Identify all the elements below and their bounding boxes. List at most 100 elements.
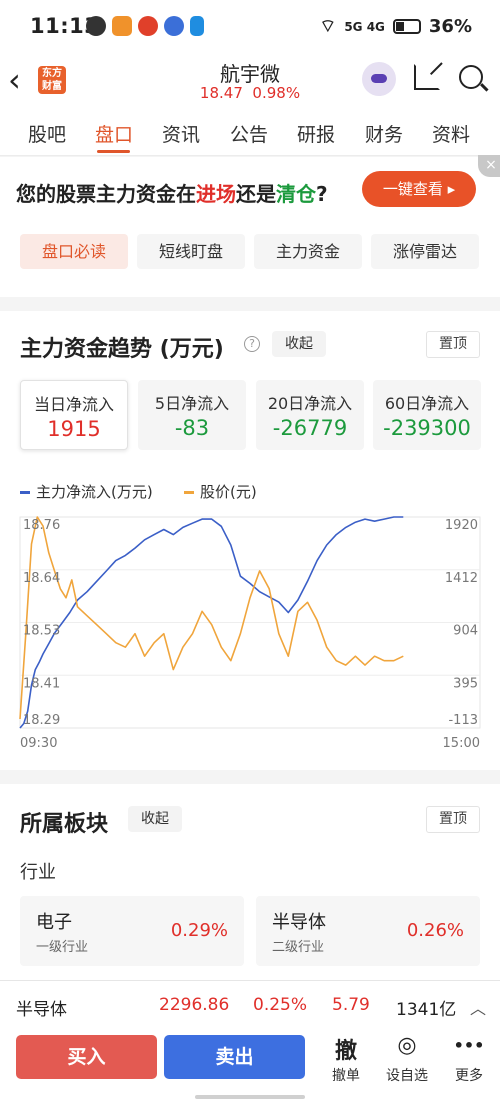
bottom-bar: 半导体 2296.86 0.25% 5.79 1341亿 ︿ 买入 卖出 撤 撤…	[0, 980, 500, 1103]
promo-text-in: 进场	[196, 182, 236, 206]
signal-label: 5G 4G	[344, 19, 385, 34]
cancel-order-icon: 撤	[334, 1039, 357, 1064]
more-button[interactable]: ••• 更多	[444, 1033, 494, 1085]
promo-banner: 您的股票主力资金在进场还是清仓? 一键查看 ▸ × 盘口必读 短线盯盘 主力资金…	[0, 155, 500, 297]
legend-swatch-orange	[184, 491, 194, 494]
stock-price: 18.47	[199, 84, 243, 102]
promo-text: 您的股票主力资金在进场还是清仓?	[16, 178, 328, 207]
notification-icons	[86, 16, 204, 36]
search-icon[interactable]	[459, 65, 483, 89]
flow-label: 20日净流入	[267, 394, 353, 413]
tab-research[interactable]: 研报	[297, 120, 335, 147]
flow-box-today[interactable]: 当日净流入 1915	[20, 380, 128, 450]
left-tick-label: 18.64	[23, 571, 60, 586]
x-start-label: 09:30	[20, 736, 57, 751]
status-bar: 11:13 ⌔ 5G 4G 36%	[0, 0, 500, 56]
sector-pct: 0.29%	[170, 920, 228, 941]
right-tick-label: 904	[453, 624, 478, 639]
chip-short-term-watch[interactable]: 短线盯盘	[137, 234, 245, 269]
chip-pankou-guide[interactable]: 盘口必读	[20, 234, 128, 269]
legend-swatch-blue	[20, 491, 30, 494]
bottom-sector-name[interactable]: 半导体	[16, 995, 67, 1020]
play-icon	[190, 16, 204, 36]
funds-pin-button[interactable]: 置顶	[426, 331, 480, 358]
home-indicator	[195, 1095, 305, 1099]
industry-label: 行业	[20, 862, 56, 883]
tab-guba[interactable]: 股吧	[28, 120, 66, 147]
sector-pin-button[interactable]: 置顶	[426, 806, 480, 833]
bottom-sector-amt: 5.79	[332, 995, 370, 1015]
sector-title: 所属板块	[20, 812, 109, 837]
funds-title: 主力资金趋势 (万元)	[20, 337, 224, 362]
sector-name: 电子	[36, 912, 72, 933]
action-label: 设自选	[386, 1068, 428, 1084]
assistant-icon[interactable]	[362, 62, 396, 96]
bottom-sector-volume: 1341亿	[396, 1000, 457, 1020]
nav-bar: ‹ 东方财富 航宇微 18.47 0.98%	[0, 56, 500, 106]
flow-value: 1915	[47, 417, 101, 441]
price-series-line	[19, 516, 404, 720]
promo-text-b: 还是	[236, 182, 276, 206]
legend-main-flow: 主力净流入(万元)	[20, 481, 153, 502]
right-tick-label: 1412	[445, 571, 478, 586]
left-tick-label: 18.29	[23, 713, 60, 728]
battery-label: 36%	[428, 16, 472, 37]
chevron-up-icon[interactable]: ︿	[470, 995, 486, 1019]
weibo-icon	[138, 16, 158, 36]
flow-label: 当日净流入	[33, 395, 114, 414]
sector-item-semiconductor[interactable]: 半导体 二级行业 0.26%	[256, 896, 480, 966]
action-label: 更多	[455, 1068, 483, 1084]
promo-text-out: 清仓	[276, 182, 316, 206]
close-icon[interactable]: ×	[478, 155, 500, 177]
legend-label: 主力净流入(万元)	[36, 483, 153, 501]
funds-chart: 18.76 18.64 18.53 18.41 18.29 1920 1412 904 395 -…	[19, 516, 481, 751]
promo-text-c: ?	[316, 182, 328, 206]
flow-box-60d[interactable]: 60日净流入 -239300	[373, 380, 481, 450]
tab-finance[interactable]: 财务	[365, 120, 403, 147]
status-right: ⌔ 5G 4G 36%	[319, 15, 472, 38]
flow-value: -26779	[272, 416, 348, 440]
action-label: 撤单	[332, 1068, 360, 1084]
sector-name: 半导体	[272, 912, 326, 933]
flow-box-5d[interactable]: 5日净流入 -83	[138, 380, 246, 450]
flow-label: 60日净流入	[384, 394, 470, 413]
wifi-icon: ⌔	[319, 16, 337, 37]
battery-icon	[392, 19, 421, 34]
flow-label: 5日净流入	[154, 394, 230, 413]
tab-profile[interactable]: 资料	[432, 120, 470, 147]
bottom-sector-index: 2296.86	[159, 995, 230, 1015]
watchlist-icon: ◎	[397, 1033, 417, 1058]
left-tick-label: 18.41	[23, 676, 60, 691]
chip-main-funds[interactable]: 主力资金	[254, 234, 362, 269]
chip-limit-up-radar[interactable]: 涨停雷达	[371, 234, 479, 269]
legend-label: 股价(元)	[200, 483, 257, 501]
x-end-label: 15:00	[443, 736, 480, 751]
promo-text-a: 您的股票主力资金在	[16, 182, 196, 206]
flow-value: -239300	[383, 416, 471, 440]
sector-collapse-button[interactable]: 收起	[128, 806, 182, 832]
more-icon: •••	[453, 1036, 485, 1055]
sector-level: 一级行业	[36, 940, 89, 955]
left-tick-label: 18.76	[23, 518, 60, 533]
sector-pct: 0.26%	[406, 920, 464, 941]
tab-pankou[interactable]: 盘口	[95, 120, 133, 147]
legend-price: 股价(元)	[184, 481, 257, 502]
tab-news[interactable]: 资讯	[162, 120, 200, 147]
one-click-view-button[interactable]: 一键查看 ▸	[362, 171, 476, 207]
cancel-order-button[interactable]: 撤 撤单	[321, 1033, 371, 1085]
stock-change: 0.98%	[252, 84, 301, 102]
share-icon[interactable]	[414, 64, 440, 90]
app-notification-icon	[112, 16, 132, 36]
tab-bar: 股吧 盘口 资讯 公告 研报 财务 资料	[0, 106, 500, 156]
bottom-sector-pct: 0.25%	[253, 995, 308, 1015]
funds-collapse-button[interactable]: 收起	[272, 331, 326, 357]
flow-value: -83	[174, 416, 210, 440]
baidu-icon	[164, 16, 184, 36]
flow-box-20d[interactable]: 20日净流入 -26779	[256, 380, 364, 450]
sell-button[interactable]: 卖出	[164, 1035, 305, 1079]
add-watchlist-button[interactable]: ◎ 设自选	[382, 1033, 432, 1085]
buy-button[interactable]: 买入	[16, 1035, 157, 1079]
sector-item-electronics[interactable]: 电子 一级行业 0.29%	[20, 896, 244, 966]
tab-announcements[interactable]: 公告	[230, 120, 268, 147]
help-icon[interactable]: ?	[244, 336, 260, 352]
